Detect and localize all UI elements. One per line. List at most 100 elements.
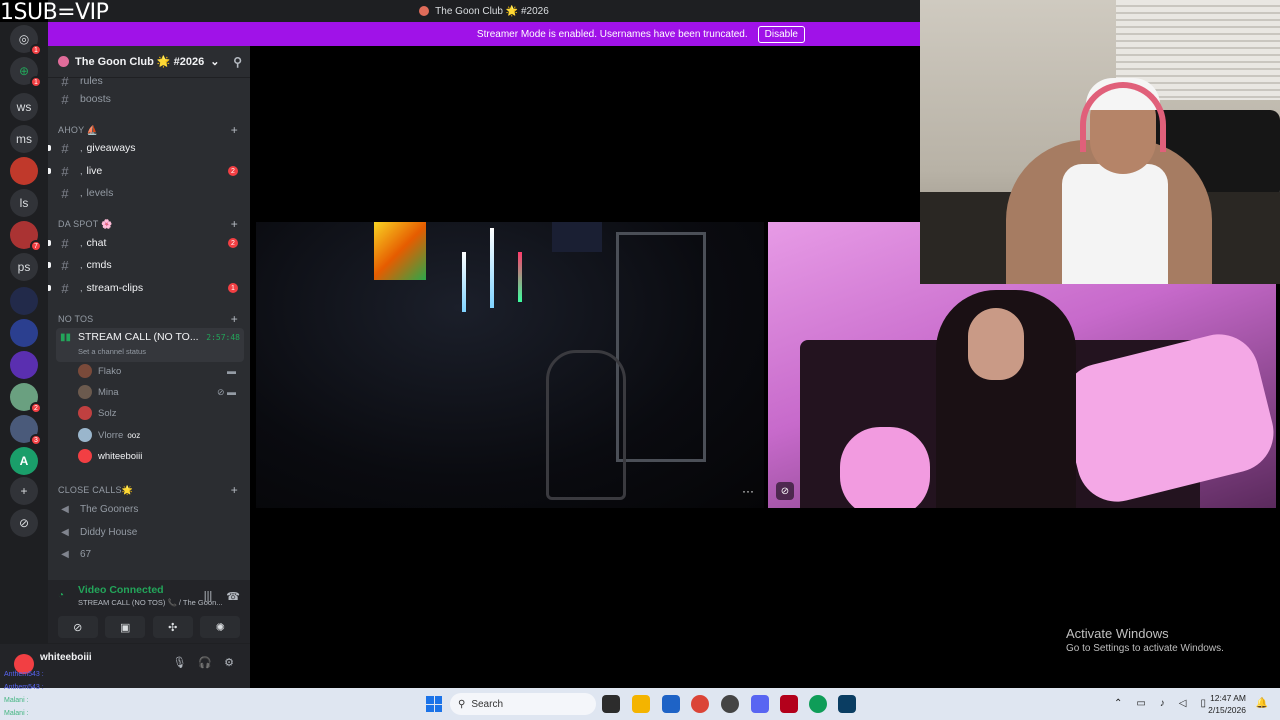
windows-start-icon[interactable] xyxy=(426,696,442,712)
poster xyxy=(552,222,602,252)
taskbar-search[interactable]: ⚲ Search xyxy=(450,693,596,715)
voice-member[interactable]: Flako ▬ xyxy=(78,362,244,380)
compass-icon: ⊘ xyxy=(18,516,30,530)
speaker-icon: ◀ xyxy=(61,526,69,538)
activities-button[interactable]: ✣ xyxy=(152,616,193,638)
disable-streamer-mode-button[interactable]: Disable xyxy=(757,25,805,43)
video-off-icon[interactable]: ⊘ xyxy=(776,482,794,500)
server-a[interactable]: A xyxy=(10,447,38,475)
category-label: DA SPOT 🌸 xyxy=(58,218,113,229)
voice-channel-stream-call[interactable]: ▮▮ STREAM CALL (NO TO... 2:57:48 Set a c… xyxy=(56,328,244,362)
voice-channel-path[interactable]: STREAM CALL (NO TOS) 📞 / The Goon... xyxy=(78,598,223,607)
username[interactable]: whiteeboiii xyxy=(40,652,92,663)
add-server-button[interactable]: + xyxy=(10,477,38,505)
video-tile-room[interactable]: ··· xyxy=(256,222,764,508)
category-da-spot[interactable]: DA SPOT 🌸 + xyxy=(58,217,244,231)
channel-chat[interactable]: #, chat 2 xyxy=(48,233,244,253)
category-ahoy[interactable]: AHOY ⛵ + xyxy=(58,123,244,137)
server-ms[interactable]: ms xyxy=(10,125,38,153)
avatar xyxy=(78,406,92,420)
battery-icon[interactable]: ▯ xyxy=(1200,698,1206,709)
signal-icon[interactable]: ◔ xyxy=(58,590,64,601)
channel-name: rules xyxy=(80,76,103,86)
server-9[interactable] xyxy=(10,287,38,315)
voice-channel[interactable]: ◀ 67 xyxy=(56,544,244,564)
task-view-icon[interactable] xyxy=(602,695,620,713)
server-13-badge: 3 xyxy=(30,434,42,446)
channel-rules[interactable]: # rules xyxy=(56,76,244,86)
category-no-tos[interactable]: NO TOS + xyxy=(58,312,244,326)
server-header[interactable]: The Goon Club 🌟 #2026 ⌄ ⚲ xyxy=(48,46,250,78)
window-title: The Goon Club 🌟 #2026 xyxy=(435,5,549,17)
soundboard-icon: ✺ xyxy=(215,621,225,634)
mic-tray-icon[interactable]: ♪ xyxy=(1160,698,1165,709)
channel-giveaways[interactable]: #, giveaways xyxy=(48,138,244,158)
voice-member-self[interactable]: whiteeboiii xyxy=(78,447,244,465)
avatar xyxy=(78,449,92,463)
server-ps[interactable]: ps xyxy=(10,253,38,281)
camera-off-icon: ⊘ xyxy=(73,621,83,634)
add-channel-icon[interactable]: + xyxy=(231,312,238,326)
channel-levels[interactable]: #, levels xyxy=(56,183,244,203)
acrobat-icon[interactable] xyxy=(780,695,798,713)
disconnect-icon[interactable]: ☎ xyxy=(226,590,240,603)
voice-member[interactable]: Mina ⊘ ▬ xyxy=(78,383,244,401)
network-icon[interactable]: ▭ xyxy=(1136,698,1145,709)
server-13[interactable]: 3 xyxy=(10,415,42,446)
channel-cmds[interactable]: #, cmds xyxy=(48,255,244,275)
streamer-shirt xyxy=(1062,164,1168,284)
server-icon xyxy=(419,6,430,16)
server-10[interactable] xyxy=(10,319,38,347)
channel-live[interactable]: #, live 2 xyxy=(48,161,244,181)
add-channel-icon[interactable]: + xyxy=(231,483,238,497)
notification-icon[interactable]: 🔔 xyxy=(1256,698,1268,709)
server-12[interactable]: 2 xyxy=(10,383,42,414)
server-rail: ◎ 1 ⊕ 1 ws ms ls 7 ps 2 3 A + ⊘ xyxy=(0,22,48,688)
voice-channel[interactable]: ◀ Diddy House xyxy=(56,522,244,542)
face xyxy=(968,308,1024,380)
channel-boosts[interactable]: # boosts xyxy=(56,89,244,109)
server-11[interactable] xyxy=(10,351,38,379)
server-ls[interactable]: ls xyxy=(10,189,38,217)
voice-member[interactable]: Solz xyxy=(78,404,244,422)
chevron-up-icon[interactable]: ⌃ xyxy=(1114,698,1122,709)
more-options-icon[interactable]: ··· xyxy=(742,484,754,498)
channel-status[interactable]: Set a channel status xyxy=(78,347,146,356)
channel-name: giveaways xyxy=(86,142,136,154)
obs-icon[interactable] xyxy=(721,695,739,713)
streamer-webcam xyxy=(920,0,1280,284)
server-red[interactable] xyxy=(10,157,38,185)
file-explorer-icon[interactable] xyxy=(632,695,650,713)
add-channel-icon[interactable]: + xyxy=(231,123,238,137)
server-ws[interactable]: ws xyxy=(10,93,38,121)
voice-member[interactable]: Vlorre ooz xyxy=(78,426,244,444)
channel-stream-clips[interactable]: #, stream-clips 1 xyxy=(48,278,244,298)
server-goon[interactable]: 7 xyxy=(10,221,42,252)
server-name: The Goon Club 🌟 #2026 xyxy=(75,56,205,68)
add-channel-icon[interactable]: + xyxy=(231,217,238,231)
voice-channel[interactable]: ◀ The Gooners xyxy=(56,499,244,519)
channel-name: levels xyxy=(86,187,114,199)
discord-taskbar-icon[interactable] xyxy=(751,695,769,713)
add-server-top-button[interactable]: ⊕ 1 xyxy=(10,57,42,88)
headphones-icon[interactable]: 🎧 xyxy=(198,656,212,669)
screen-share-button[interactable]: ▣ xyxy=(105,616,146,638)
taskbar-clock[interactable]: 12:47 AM 2/15/2026 xyxy=(1208,692,1246,716)
discord-home-button[interactable]: ◎ 1 xyxy=(10,25,42,56)
dm-badge: 1 xyxy=(30,76,42,88)
invite-icon[interactable]: ⚲ xyxy=(233,55,242,69)
camera-toggle-button[interactable]: ⊘ xyxy=(57,616,98,638)
category-close-calls[interactable]: CLOSE CALLS🌟 + xyxy=(58,483,244,497)
gear-icon[interactable]: ⚙ xyxy=(224,656,234,669)
chat-line: Anthem543 : xyxy=(4,671,44,678)
microphone-icon[interactable]: 🎙 xyxy=(172,656,186,669)
soundboard-button[interactable]: ✺ xyxy=(200,616,241,638)
app-icon[interactable] xyxy=(838,695,856,713)
volume-icon[interactable]: ◁ xyxy=(1179,698,1187,709)
store-icon[interactable] xyxy=(662,695,680,713)
noise-suppression-icon[interactable]: ||| xyxy=(204,590,213,603)
voice-channel-name: The Gooners xyxy=(80,503,139,515)
discover-button[interactable]: ⊘ xyxy=(10,509,38,537)
chrome-alt-icon[interactable] xyxy=(809,695,827,713)
chrome-icon[interactable] xyxy=(691,695,709,713)
